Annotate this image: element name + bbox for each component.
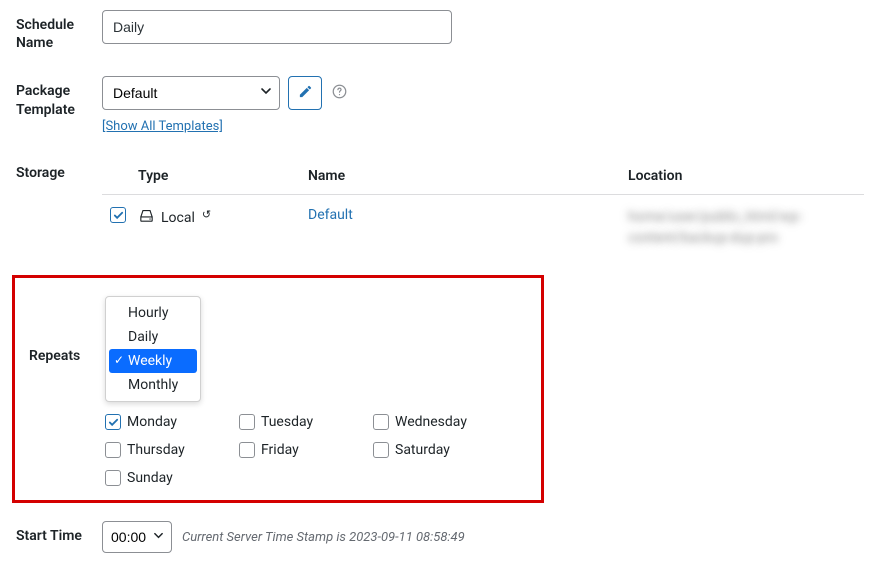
edit-icon [298,84,313,102]
day-label: Tuesday [261,414,313,430]
schedule-name-input[interactable] [102,10,452,44]
checkbox-friday[interactable] [239,442,255,458]
storage-label: Storage [16,158,102,182]
day-tuesday[interactable]: Tuesday [239,414,341,430]
refresh-icon: ↺ [202,208,211,221]
checkbox-sunday[interactable] [105,470,121,486]
checkbox-wednesday[interactable] [373,414,389,430]
repeats-highlight: Repeats Hourly Daily Weekly Monthly Mond… [12,275,544,503]
repeats-option-weekly[interactable]: Weekly [109,349,197,373]
repeats-option-daily[interactable]: Daily [106,325,200,349]
day-label: Wednesday [395,414,467,430]
day-label: Monday [127,414,177,430]
day-thursday[interactable]: Thursday [105,442,207,458]
package-template-label: Package Template [16,76,102,118]
storage-header-name: Name [308,158,628,195]
repeats-dropdown[interactable]: Hourly Daily Weekly Monthly [105,296,201,402]
hdd-icon [138,207,155,228]
day-label: Friday [261,442,299,458]
edit-template-button[interactable] [288,76,322,110]
server-time-text: Current Server Time Stamp is 2023-09-11 … [182,530,465,545]
days-grid: Monday Tuesday Wednesday Thursday Friday [105,414,527,486]
storage-name-link[interactable]: Default [308,207,353,223]
checkbox-monday[interactable] [105,414,121,430]
repeats-option-hourly[interactable]: Hourly [106,301,200,325]
day-label: Saturday [395,442,450,458]
repeats-option-monthly[interactable]: Monthly [106,373,200,397]
day-monday[interactable]: Monday [105,414,207,430]
storage-location-value: home/user/public_html/wp-content/backup-… [628,209,802,246]
show-all-templates-link[interactable]: [Show All Templates] [102,119,223,134]
storage-type-value: Local [161,210,195,226]
day-label: Sunday [127,470,173,486]
day-sunday[interactable]: Sunday [105,470,207,486]
help-icon[interactable] [332,84,347,103]
day-saturday[interactable]: Saturday [373,442,475,458]
checkbox-tuesday[interactable] [239,414,255,430]
repeats-label: Repeats [29,296,105,364]
day-wednesday[interactable]: Wednesday [373,414,475,430]
start-time-select[interactable]: 00:00 [102,521,172,553]
storage-header-location: Location [628,158,864,195]
start-time-label: Start Time [16,521,102,545]
schedule-name-label: Schedule Name [16,10,102,52]
checkbox-saturday[interactable] [373,442,389,458]
day-label: Thursday [127,442,185,458]
day-friday[interactable]: Friday [239,442,341,458]
storage-header-type: Type [138,158,308,195]
checkbox-thursday[interactable] [105,442,121,458]
storage-row: Local ↺ Default home/user/public_html/wp-… [102,195,864,258]
package-template-select[interactable]: Default [102,76,280,110]
storage-row-checkbox[interactable] [110,207,126,223]
